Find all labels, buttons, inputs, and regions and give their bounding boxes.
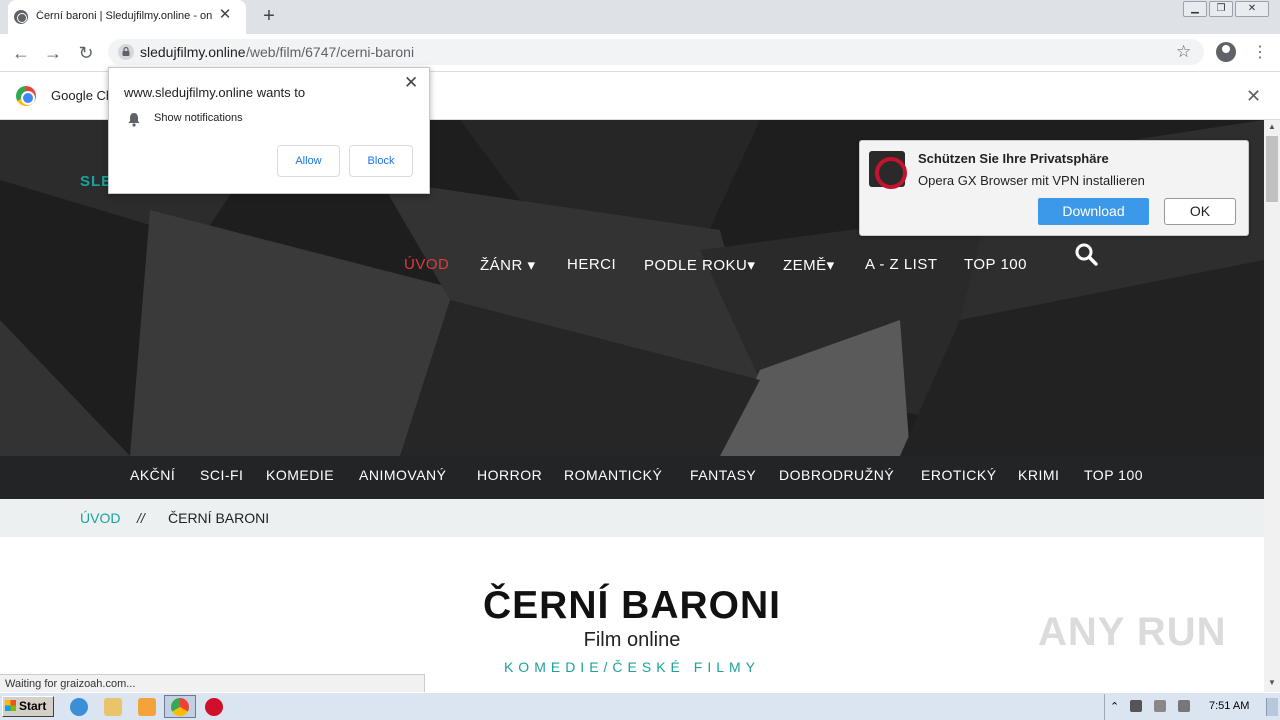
scroll-down-icon[interactable]: ▼ [1264, 676, 1280, 690]
allow-button[interactable]: Allow [277, 145, 340, 177]
notification-permission-label: Show notifications [154, 112, 243, 124]
scroll-up-icon[interactable]: ▲ [1264, 120, 1280, 134]
page-scrollbar[interactable] [1264, 120, 1280, 692]
tray-expand-icon[interactable]: ⌃ [1110, 700, 1122, 713]
windows-logo-icon [5, 700, 16, 711]
show-desktop-button[interactable] [1266, 698, 1278, 716]
nav-podle-roku[interactable]: PODLE ROKU▾ [644, 256, 755, 274]
url-path: /web/film/6747/cerni-baroni [246, 44, 415, 60]
download-button[interactable]: Download [1038, 198, 1149, 225]
back-icon[interactable]: ← [10, 42, 32, 64]
tab-close-icon[interactable]: ✕ [216, 6, 234, 24]
nav-a-z-list[interactable]: A - Z LIST [865, 256, 938, 273]
nav-herci[interactable]: HERCI [567, 256, 616, 273]
breadcrumb-home-link[interactable]: ÚVOD [80, 510, 120, 526]
status-bar: Waiting for graizoah.com... [0, 674, 425, 692]
lock-icon[interactable] [118, 44, 134, 60]
genre-komedie[interactable]: KOMEDIE [266, 467, 334, 483]
reload-icon[interactable]: ↻ [75, 42, 97, 64]
nav-zeme[interactable]: ZEMĚ▾ [783, 256, 835, 274]
clock[interactable]: 7:51 AM [1209, 700, 1249, 712]
bell-icon [128, 113, 140, 127]
opera-gx-icon [869, 151, 907, 189]
genre-top-100[interactable]: TOP 100 [1084, 467, 1143, 483]
notification-dialog-title: www.sledujfilmy.online wants to [124, 85, 306, 100]
network-icon[interactable] [1154, 700, 1166, 712]
volume-icon[interactable] [1130, 700, 1142, 712]
anyrun-watermark: ANY RUN [1038, 610, 1227, 654]
genre-dobrodruzny[interactable]: DOBRODRUŽNÝ [779, 467, 894, 483]
window-close-icon[interactable]: ✕ [1235, 1, 1269, 17]
genre-fantasy[interactable]: FANTASY [690, 467, 756, 483]
media-player-icon[interactable] [138, 698, 156, 716]
new-tab-button[interactable]: + [258, 6, 280, 28]
bookmark-star-icon[interactable]: ☆ [1176, 42, 1191, 62]
ie-icon[interactable] [70, 698, 88, 716]
page-title: ČERNÍ BARONI [482, 584, 781, 627]
nav-uvod[interactable]: ÚVOD [404, 256, 449, 273]
breadcrumb-separator: // [137, 510, 145, 526]
genre-animovany[interactable]: ANIMOVANÝ [359, 467, 446, 483]
forward-icon[interactable]: → [42, 42, 64, 64]
genre-eroticky[interactable]: EROTICKÝ [921, 467, 997, 483]
page-subtitle: Film online [583, 629, 681, 651]
block-button[interactable]: Block [349, 145, 413, 177]
tab-title: Černí baroni | Sledujfilmy.online - onli… [36, 10, 212, 22]
kebab-menu-icon[interactable]: ⋮ [1252, 42, 1268, 62]
genre-krimi[interactable]: KRIMI [1018, 467, 1059, 483]
infobar-close-icon[interactable]: ✕ [1246, 86, 1261, 107]
opera-popup-subtitle: Opera GX Browser mit VPN installieren [918, 173, 1145, 188]
scrollbar-thumb[interactable] [1266, 136, 1278, 202]
url-host: sledujfilmy.online [140, 44, 246, 60]
chrome-icon[interactable] [171, 698, 189, 716]
globe-icon [14, 10, 28, 24]
film-genre-link[interactable]: KOMEDIE/ČESKÉ FILMY [380, 659, 884, 675]
genre-sci-fi[interactable]: SCI-FI [200, 467, 243, 483]
profile-icon[interactable] [1216, 42, 1236, 62]
explorer-icon[interactable] [104, 698, 122, 716]
restore-icon[interactable]: ❐ [1209, 1, 1233, 17]
genre-horror[interactable]: HORROR [477, 467, 542, 483]
nav-zanr[interactable]: ŽÁNR ▾ [480, 256, 536, 274]
flag-icon[interactable] [1178, 700, 1190, 712]
dialog-close-icon[interactable]: ✕ [404, 73, 418, 93]
search-icon[interactable] [1074, 242, 1098, 266]
ok-button[interactable]: OK [1164, 198, 1236, 225]
genre-romanticky[interactable]: ROMANTICKÝ [564, 467, 662, 483]
nav-top-100[interactable]: TOP 100 [964, 256, 1027, 273]
opera-popup-title: Schützen Sie Ihre Privatsphäre [918, 151, 1109, 166]
minimize-icon[interactable]: ▁ [1183, 1, 1207, 17]
opera-icon[interactable] [205, 698, 223, 716]
genre-akcni[interactable]: AKČNÍ [130, 467, 175, 483]
breadcrumb-current: ČERNÍ BARONI [168, 510, 270, 526]
chrome-logo-icon [16, 86, 36, 106]
